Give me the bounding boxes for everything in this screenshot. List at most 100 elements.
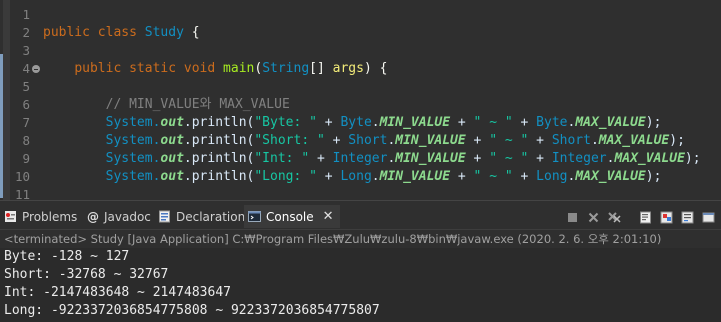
- console-icon: [248, 210, 261, 223]
- string-literal: " ~ ": [473, 115, 513, 130]
- static-field: MAX_VALUE: [598, 133, 670, 148]
- static-field: MIN_VALUE: [379, 115, 451, 130]
- operator: +: [316, 169, 341, 184]
- keyword: static: [129, 61, 177, 76]
- punctuation: {: [183, 25, 200, 40]
- string-literal: " ~ ": [489, 133, 529, 148]
- punctuation: );: [645, 169, 662, 184]
- punctuation: );: [669, 133, 685, 148]
- tab-label: Problems: [22, 209, 78, 224]
- editor-ruler: [0, 0, 10, 200]
- operator: +: [309, 151, 333, 166]
- problems-icon: [4, 210, 17, 223]
- operator: +: [512, 115, 537, 130]
- static-field: MIN_VALUE: [395, 133, 466, 148]
- code-area[interactable]: public class Study { public static void …: [43, 0, 721, 200]
- string-literal: "Long: ": [254, 169, 317, 184]
- static-field: out: [160, 133, 184, 148]
- close-tab-icon[interactable]: ✕: [323, 209, 334, 224]
- string-literal: "Short: ": [254, 133, 325, 148]
- method-call: .println(: [183, 115, 255, 130]
- static-field: out: [160, 115, 184, 130]
- line-number: 2: [22, 25, 30, 40]
- punctuation: .: [371, 115, 380, 130]
- open-console-icon[interactable]: [700, 209, 717, 226]
- punctuation: .: [371, 169, 380, 184]
- bottom-panel: Problems @ Javadoc Declaration Console ✕: [0, 205, 721, 322]
- keyword: void: [183, 61, 216, 76]
- word-wrap-icon[interactable]: [679, 209, 696, 226]
- class-ref: Long: [340, 169, 372, 184]
- operator: +: [316, 115, 341, 130]
- tab-javadoc[interactable]: @ Javadoc: [86, 205, 156, 228]
- keyword: class: [97, 25, 137, 40]
- remove-all-terminated-icon[interactable]: [606, 209, 623, 226]
- static-field: out: [160, 169, 184, 184]
- class-ref: System.: [105, 151, 161, 166]
- code-line-println-byte: System.out.println("Byte: " + Byte.MIN_V…: [43, 114, 662, 132]
- operator: +: [528, 133, 552, 148]
- punctuation: .: [590, 133, 599, 148]
- class-ref: System.: [105, 115, 161, 130]
- declaration-icon: [158, 210, 171, 223]
- panel-tab-bar: Problems @ Javadoc Declaration Console ✕: [0, 205, 721, 230]
- code-line-println-short: System.out.println("Short: " + Short. MIN…: [43, 132, 685, 150]
- launch-status-line: <terminated> Study [Java Application] C:…: [0, 230, 721, 248]
- operator: +: [512, 169, 537, 184]
- fold-collapse-icon[interactable]: [32, 65, 40, 73]
- string-literal: "Int: ": [254, 151, 310, 166]
- line-number: 7: [22, 115, 30, 130]
- remove-launch-icon[interactable]: [585, 209, 602, 226]
- tab-label: Console: [266, 209, 314, 224]
- keyword: public: [74, 61, 122, 76]
- line-number: 5: [22, 79, 30, 94]
- line-number: 4: [22, 61, 30, 76]
- tab-problems[interactable]: Problems: [4, 205, 78, 228]
- method-call: .println(: [183, 169, 255, 184]
- string-literal: " ~ ": [489, 151, 529, 166]
- tab-console[interactable]: Console ✕: [244, 205, 340, 228]
- parameter-name: args: [332, 61, 364, 76]
- output-line: Int: -2147483648 ~ 2147483647: [4, 285, 231, 300]
- output-line: Long: -9223372036854775808 ~ 92233720368…: [4, 303, 380, 318]
- tab-label: Declaration: [176, 209, 246, 224]
- method-call: .println(: [183, 151, 255, 166]
- class-ref: Long: [536, 169, 568, 184]
- class-ref: Integer: [332, 151, 388, 166]
- line-number: 10: [14, 169, 30, 184]
- code-editor[interactable]: 1 2 3 4 5 6 7 8 9 10 11 public class Stu…: [0, 0, 721, 200]
- code-line-main-decl: public static void main(String[] args) {: [43, 60, 387, 78]
- operator: +: [324, 133, 349, 148]
- class-ref: Byte: [536, 115, 568, 130]
- line-number: 8: [22, 133, 30, 148]
- string-literal: "Byte: ": [254, 115, 317, 130]
- static-field: MIN_VALUE: [395, 151, 466, 166]
- class-ref: Short: [348, 133, 388, 148]
- line-number: 11: [14, 187, 30, 200]
- code-line-class-decl: public class Study {: [43, 24, 200, 42]
- operator: +: [465, 151, 490, 166]
- terminate-icon[interactable]: [564, 209, 581, 226]
- javadoc-icon: @: [86, 210, 99, 224]
- output-line: Short: -32768 ~ 32767: [4, 267, 169, 282]
- pin-console-icon[interactable]: [637, 209, 654, 226]
- operator: +: [465, 133, 490, 148]
- class-ref: System.: [105, 133, 161, 148]
- console-output[interactable]: Byte: -128 ~ 127 Short: -32768 ~ 32767 I…: [0, 248, 721, 322]
- scroll-lock-icon[interactable]: [658, 209, 675, 226]
- class-ref: System.: [105, 169, 161, 184]
- punctuation: ) {: [363, 61, 388, 76]
- punctuation: (: [254, 61, 263, 76]
- operator: +: [450, 169, 474, 184]
- static-field: MAX_VALUE: [614, 151, 685, 166]
- class-ref: Integer: [551, 151, 607, 166]
- line-number: 9: [22, 151, 30, 166]
- static-field: out: [160, 151, 184, 166]
- punctuation: []: [309, 61, 333, 76]
- operator: +: [528, 151, 552, 166]
- output-line: Byte: -128 ~ 127: [4, 249, 130, 264]
- class-ref: Short: [551, 133, 591, 148]
- tab-declaration[interactable]: Declaration: [158, 205, 245, 228]
- tab-label: Javadoc: [104, 209, 151, 224]
- punctuation: );: [684, 151, 701, 166]
